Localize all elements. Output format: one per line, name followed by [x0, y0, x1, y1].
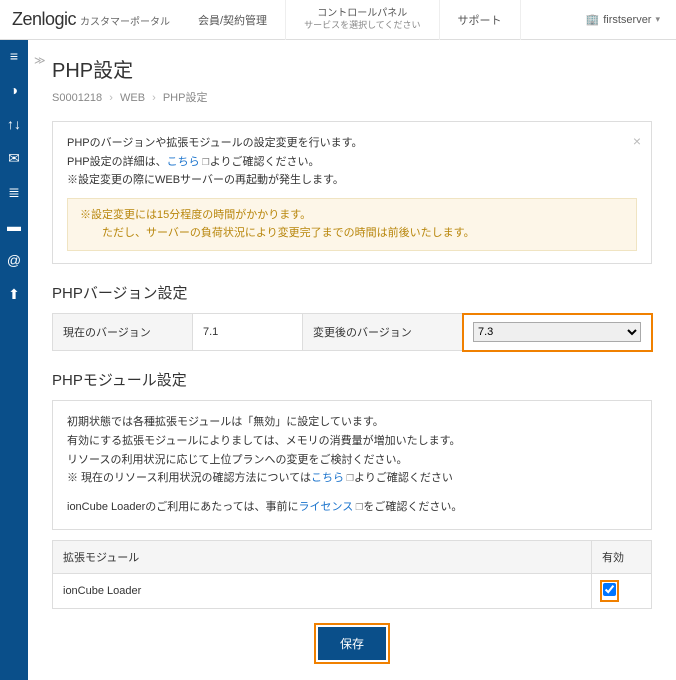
upload-icon[interactable]: ⬆: [6, 286, 22, 302]
content-area: ≫ PHP設定 S0001218 › WEB › PHP設定 × PHPのバージ…: [28, 40, 676, 680]
col-enable-header: 有効: [592, 540, 652, 573]
logo-area: Zenlogic カスタマーポータル: [0, 9, 180, 30]
after-version-cell: 7.3: [463, 314, 652, 351]
transfer-icon[interactable]: ↑↓: [6, 116, 22, 132]
version-select[interactable]: 7.3: [473, 322, 641, 342]
back-chevron-icon[interactable]: ≫: [34, 54, 46, 67]
logo-subtext: カスタマーポータル: [80, 13, 170, 28]
sidebar: ≡ ◑ ↑↓ ✉ ≣ ▬ @ ⬆: [0, 40, 28, 680]
breadcrumb-item[interactable]: S0001218: [52, 92, 102, 104]
mail-icon[interactable]: ✉: [6, 150, 22, 166]
breadcrumb-item[interactable]: WEB: [120, 92, 145, 104]
page-title: PHP設定: [52, 54, 652, 83]
database-icon[interactable]: ≣: [6, 184, 22, 200]
menu-icon[interactable]: ≡: [6, 48, 22, 64]
close-icon[interactable]: ×: [633, 130, 641, 154]
module-name-cell: ionCube Loader: [53, 573, 592, 608]
top-nav: 会員/契約管理 コントロールパネル サービスを選択してください サポート: [180, 0, 585, 40]
logo-text: Zenlogic: [12, 9, 76, 30]
resource-link[interactable]: こちら: [311, 472, 344, 484]
module-enable-cell: [592, 573, 652, 608]
globe-icon[interactable]: ◑: [6, 82, 22, 98]
nav-member[interactable]: 会員/契約管理: [180, 0, 286, 40]
col-module-header: 拡張モジュール: [53, 540, 592, 573]
top-bar: Zenlogic カスタマーポータル 会員/契約管理 コントロールパネル サービ…: [0, 0, 676, 40]
section-title-version: PHPバージョン設定: [52, 282, 652, 303]
user-menu[interactable]: 🏢 firstserver ▾: [585, 13, 676, 26]
building-icon: 🏢: [585, 13, 599, 26]
license-link[interactable]: ライセンス: [299, 501, 354, 513]
at-icon[interactable]: @: [6, 252, 22, 268]
nav-support[interactable]: サポート: [440, 0, 521, 40]
breadcrumb-item: PHP設定: [163, 92, 208, 104]
module-table: 拡張モジュール 有効 ionCube Loader: [52, 540, 652, 609]
info-link-detail[interactable]: こちら: [167, 156, 200, 168]
version-table: 現在のバージョン 7.1 変更後のバージョン 7.3: [52, 313, 652, 351]
nav-control-panel[interactable]: コントロールパネル サービスを選択してください: [286, 0, 439, 40]
external-link-icon: ❐: [346, 473, 354, 483]
breadcrumb: S0001218 › WEB › PHP設定: [52, 89, 652, 105]
info-box: × PHPのバージョンや拡張モジュールの設定変更を行います。 PHP設定の詳細は…: [52, 121, 652, 264]
folder-icon[interactable]: ▬: [6, 218, 22, 234]
save-button[interactable]: 保存: [318, 627, 386, 660]
ioncube-checkbox[interactable]: [603, 583, 616, 596]
module-info-box: 初期状態では各種拡張モジュールは「無効」に設定しています。 有効にする拡張モジュ…: [52, 400, 652, 529]
section-title-module: PHPモジュール設定: [52, 369, 652, 390]
external-link-icon: ❐: [202, 157, 210, 167]
current-version-value: 7.1: [193, 314, 303, 351]
table-row: ionCube Loader: [53, 573, 652, 608]
current-version-label: 現在のバージョン: [53, 314, 193, 351]
notice-box: ※設定変更には15分程度の時間がかかります。 ただし、サーバーの負荷状況により変…: [67, 198, 637, 251]
chevron-down-icon: ▾: [655, 14, 660, 25]
after-version-label: 変更後のバージョン: [303, 314, 463, 351]
